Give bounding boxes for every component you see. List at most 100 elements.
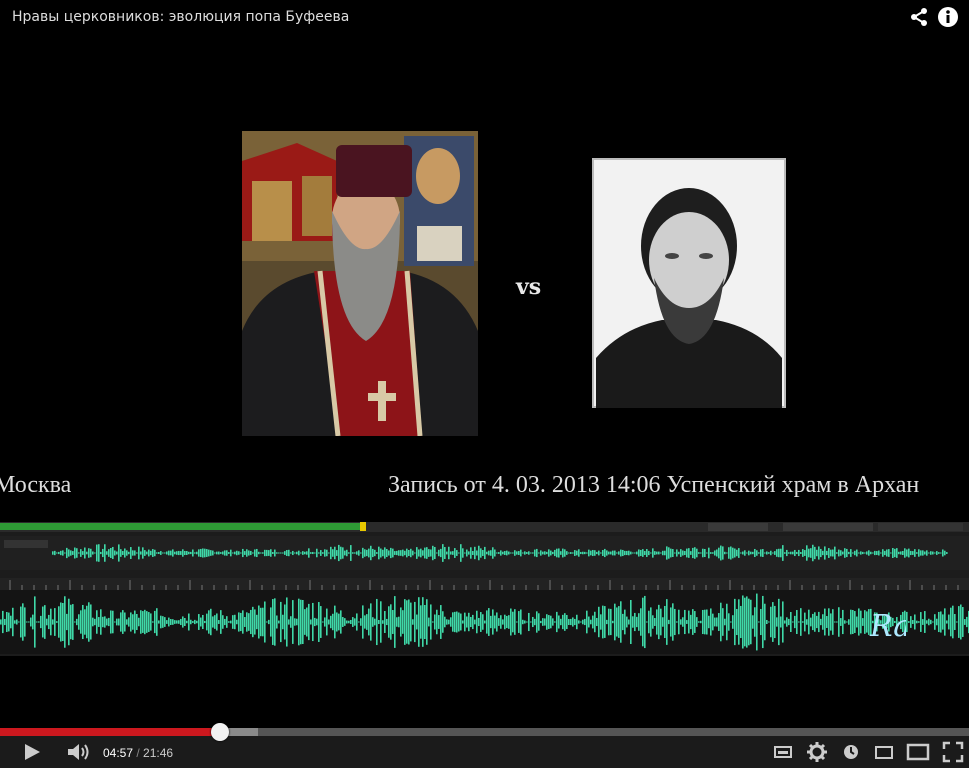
overview-wave-sample bbox=[396, 550, 398, 556]
waveform-sample bbox=[250, 609, 252, 635]
waveform-sample bbox=[92, 617, 94, 627]
waveform-sample bbox=[910, 616, 912, 628]
overview-wave-sample bbox=[582, 551, 584, 555]
overview-wave-sample bbox=[614, 550, 616, 556]
overview-wave-sample bbox=[264, 549, 266, 557]
player-controls: 04:57 / 21:46 bbox=[0, 723, 969, 768]
waveform-sample bbox=[424, 604, 426, 640]
waveform-sample bbox=[548, 615, 550, 629]
progress-scrubber[interactable] bbox=[210, 723, 229, 741]
waveform-sample bbox=[134, 610, 136, 634]
overview-wave-sample bbox=[920, 550, 922, 556]
waveform-sample bbox=[614, 603, 616, 641]
overview-wave-sample bbox=[654, 551, 656, 555]
waveform-sample bbox=[536, 611, 538, 633]
overview-wave-sample bbox=[386, 548, 388, 558]
watch-later-icon[interactable] bbox=[841, 741, 861, 763]
overview-wave-sample bbox=[140, 551, 142, 555]
waveform-sample bbox=[838, 607, 840, 637]
video-frame[interactable]: vs Москва Запись от 4. 03. 2013 14:06 Ус… bbox=[0, 36, 969, 728]
waveform-sample bbox=[6, 612, 8, 632]
waveform-sample bbox=[80, 610, 82, 634]
fullscreen-icon[interactable] bbox=[942, 741, 964, 763]
waveform-sample bbox=[828, 608, 830, 636]
overview-wave-sample bbox=[126, 550, 128, 556]
progress-bar[interactable] bbox=[0, 723, 969, 741]
waveform-sample bbox=[292, 600, 294, 644]
waveform-sample bbox=[148, 612, 150, 632]
overview-wave-sample bbox=[156, 552, 158, 554]
waveform-sample bbox=[476, 610, 478, 634]
waveform-sample bbox=[600, 614, 602, 630]
play-icon[interactable] bbox=[22, 741, 42, 763]
waveform-sample bbox=[352, 617, 354, 627]
waveform-sample bbox=[392, 610, 394, 634]
overview-wave-sample bbox=[444, 547, 446, 559]
waveform-sample bbox=[818, 611, 820, 633]
waveform-sample bbox=[430, 604, 432, 640]
overview-wave-sample bbox=[410, 548, 412, 558]
waveform-sample bbox=[208, 610, 210, 634]
overview-wave-sample bbox=[708, 547, 710, 559]
overview-wave-sample bbox=[294, 552, 296, 554]
overview-wave-sample bbox=[780, 548, 782, 558]
waveform-sample bbox=[772, 602, 774, 642]
waveform-sample bbox=[318, 602, 320, 642]
overview-wave-sample bbox=[176, 551, 178, 555]
share-icon[interactable] bbox=[908, 6, 930, 28]
waveform-sample bbox=[550, 615, 552, 629]
overview-wave-sample bbox=[544, 551, 546, 555]
waveform-sample bbox=[252, 606, 254, 638]
overview-wave-sample bbox=[612, 550, 614, 556]
overview-wave-sample bbox=[680, 549, 682, 557]
waveform-sample bbox=[776, 617, 778, 627]
overview-wave-sample bbox=[642, 549, 644, 557]
waveform-sample bbox=[244, 617, 246, 627]
waveform-sample bbox=[648, 610, 650, 634]
overview-wave-sample bbox=[598, 550, 600, 556]
overview-wave-sample bbox=[188, 551, 190, 555]
overview-wave-sample bbox=[616, 552, 618, 554]
overview-wave-sample bbox=[660, 552, 662, 554]
overview-wave-sample bbox=[122, 551, 124, 555]
small-player-icon[interactable] bbox=[873, 741, 895, 763]
overview-wave-sample bbox=[580, 551, 582, 555]
overview-wave-sample bbox=[554, 549, 556, 557]
waveform-sample bbox=[198, 614, 200, 630]
waveform-sample bbox=[964, 619, 966, 625]
video-title[interactable]: Нравы церковников: эволюция попа Буфеева bbox=[12, 9, 349, 25]
waveform-sample bbox=[492, 609, 494, 635]
overview-wave-sample bbox=[756, 550, 758, 556]
captions-icon[interactable] bbox=[773, 741, 793, 763]
waveform-sample bbox=[856, 616, 858, 628]
overview-wave-sample bbox=[504, 551, 506, 555]
waveform-sample bbox=[666, 599, 668, 645]
waveform-sample bbox=[436, 609, 438, 635]
overview-wave-sample bbox=[530, 552, 532, 554]
waveform-sample bbox=[792, 621, 794, 623]
waveform-sample bbox=[248, 613, 250, 631]
overview-wave-sample bbox=[160, 551, 162, 555]
waveform-sample bbox=[86, 605, 88, 639]
waveform-sample bbox=[464, 612, 466, 632]
waveform-sample bbox=[606, 619, 608, 625]
volume-icon[interactable] bbox=[66, 741, 92, 763]
waveform-sample bbox=[732, 615, 734, 629]
overview-wave-sample bbox=[712, 552, 714, 554]
overview-wave-sample bbox=[576, 550, 578, 556]
overview-wave-sample bbox=[98, 544, 100, 562]
overview-wave-sample bbox=[346, 549, 348, 557]
waveform-sample bbox=[530, 621, 532, 623]
large-player-icon[interactable] bbox=[906, 741, 930, 763]
waveform-sample bbox=[520, 609, 522, 635]
waveform-sample bbox=[358, 621, 360, 623]
gear-icon[interactable] bbox=[806, 741, 828, 763]
waveform-sample bbox=[518, 611, 520, 633]
info-icon[interactable] bbox=[937, 6, 959, 28]
overview-wave-sample bbox=[354, 552, 356, 554]
waveform-sample bbox=[278, 620, 280, 624]
overview-wave-sample bbox=[754, 548, 756, 558]
waveform-sample bbox=[226, 616, 228, 628]
waveform-sample bbox=[620, 601, 622, 643]
overview-wave-sample bbox=[768, 552, 770, 554]
